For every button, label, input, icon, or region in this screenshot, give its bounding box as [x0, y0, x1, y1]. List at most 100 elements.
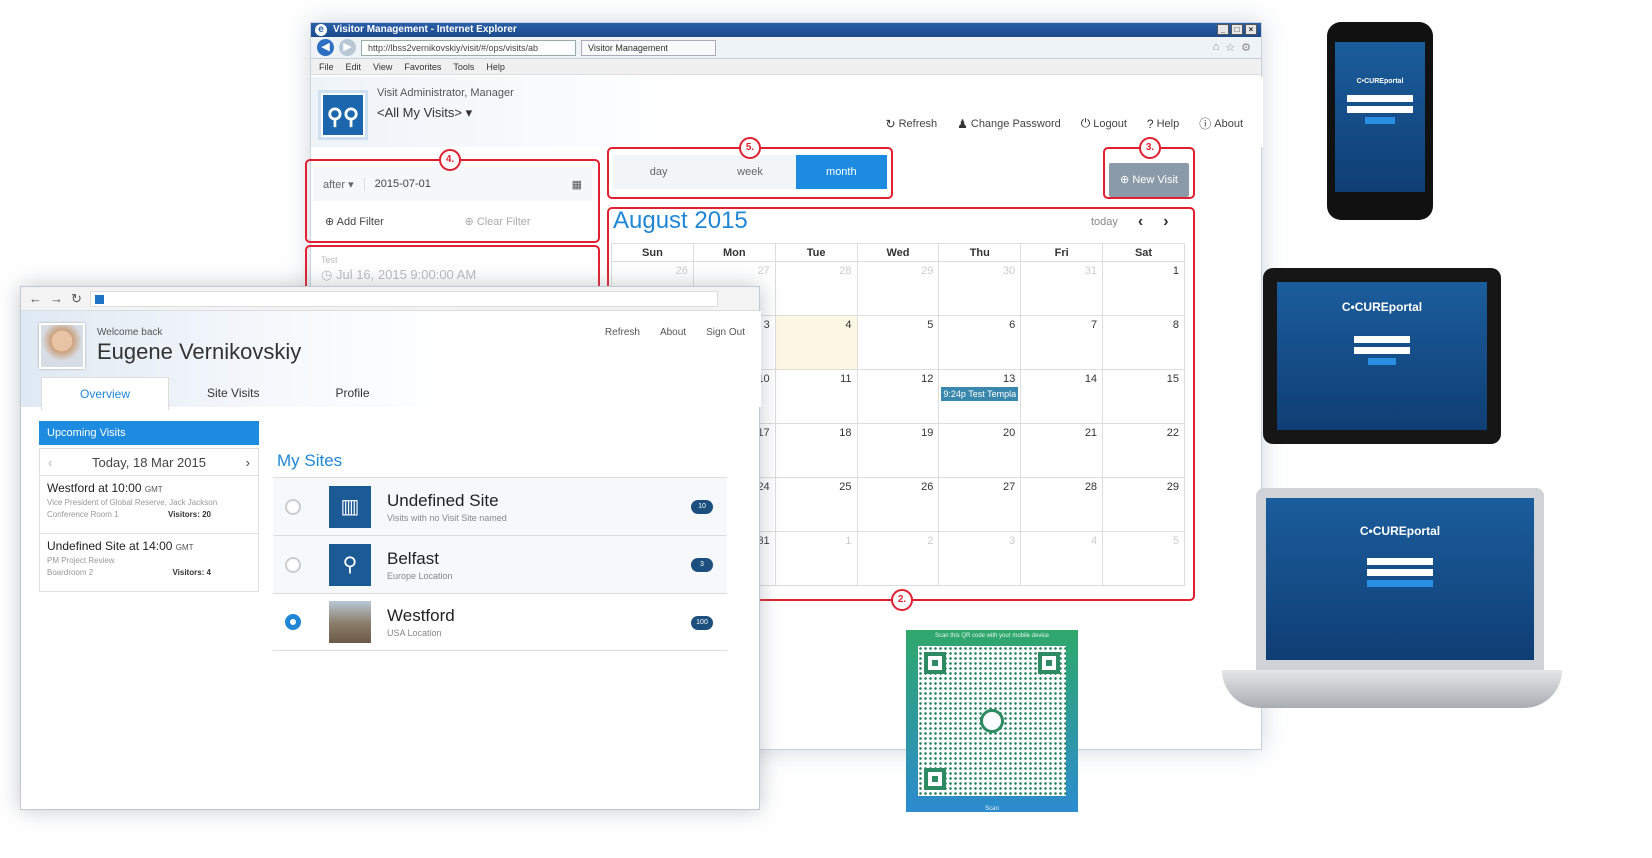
day-number: 8	[1172, 319, 1179, 331]
tab-overview[interactable]: Overview	[41, 377, 170, 410]
browser-tab[interactable]: Visitor Management	[581, 39, 716, 56]
upcoming-date-nav: ‹ Today, 18 Mar 2015 ›	[39, 448, 259, 476]
day-cell[interactable]: 13 9:24p Test Templa	[938, 369, 1022, 424]
view-month-button[interactable]: month	[795, 155, 887, 189]
day-cell[interactable]: 28	[1020, 477, 1104, 532]
calendar-icon[interactable]: ▦	[572, 178, 592, 191]
site-radio[interactable]	[285, 556, 301, 573]
day-cell[interactable]: 6	[938, 315, 1022, 370]
change-password-link[interactable]: ♟ Change Password	[957, 115, 1061, 132]
day-number: 28	[1084, 481, 1098, 493]
day-cell[interactable]: 3	[938, 531, 1022, 586]
add-filter-button[interactable]: ⊕ Add Filter	[313, 215, 453, 228]
day-cell[interactable]: 25	[774, 477, 858, 532]
phone-device: C•CUREportal	[1327, 22, 1433, 220]
day-header: Sun	[611, 243, 694, 262]
day-cell[interactable]: 8	[1102, 315, 1185, 370]
view-day-button[interactable]: day	[613, 155, 704, 189]
site-row[interactable]: ▥ Undefined Site Visits with no Visit Sit…	[273, 477, 727, 535]
next-month-icon[interactable]: ›	[1163, 213, 1168, 231]
visit-item-date[interactable]: ◷ Jul 16, 2015 9:00:00 AM	[321, 267, 584, 283]
logout-link[interactable]: ⏻ Logout	[1081, 115, 1127, 132]
day-cell[interactable]: 19	[856, 423, 940, 478]
tablet-brand: C•CUREportal	[1341, 300, 1423, 314]
home-icon[interactable]: ⌂	[1213, 41, 1220, 54]
day-cell[interactable]: 7	[1020, 315, 1104, 370]
site-row[interactable]: Westford USA Location 100	[273, 593, 727, 651]
menu-tools[interactable]: Tools	[453, 59, 474, 74]
reload-icon[interactable]: ↻	[71, 291, 82, 307]
list-item[interactable]: Undefined Site at 14:00 GMT PM Project R…	[39, 534, 259, 592]
site-radio[interactable]	[285, 498, 301, 515]
site-radio-selected[interactable]	[285, 614, 301, 630]
menu-file[interactable]: File	[319, 59, 334, 74]
day-cell[interactable]: 26	[856, 477, 940, 532]
close-icon[interactable]: ×	[1245, 24, 1257, 35]
view-week-button[interactable]: week	[704, 155, 795, 189]
tablet-screen: C•CUREportal	[1277, 282, 1487, 430]
calendar-event[interactable]: 9:24p Test Templa	[941, 387, 1019, 401]
settings-icon[interactable]: ⚙	[1241, 41, 1251, 54]
day-cell[interactable]: 30	[938, 261, 1022, 316]
prev-day-icon[interactable]: ‹	[48, 455, 52, 470]
day-cell[interactable]: 2	[856, 531, 940, 586]
day-cell[interactable]: 4	[774, 315, 858, 370]
portal-about-link[interactable]: About	[660, 327, 686, 338]
forward-icon[interactable]: ▶	[339, 39, 356, 56]
tab-site-visits[interactable]: Site Visits	[169, 377, 297, 410]
day-number: 14	[1084, 373, 1098, 385]
day-cell[interactable]: 15	[1102, 369, 1185, 424]
day-cell[interactable]: 12	[856, 369, 940, 424]
back-icon[interactable]: ◀	[317, 39, 334, 56]
help-link[interactable]: ? Help	[1147, 115, 1179, 132]
tab-profile[interactable]: Profile	[297, 377, 407, 410]
forward-arrow-icon[interactable]: →	[50, 291, 63, 306]
day-cell[interactable]: 14	[1020, 369, 1104, 424]
menu-help[interactable]: Help	[486, 59, 505, 74]
day-cell[interactable]: 4	[1020, 531, 1104, 586]
site-row[interactable]: ⚲ Belfast Europe Location 3	[273, 535, 727, 593]
day-cell[interactable]: 21	[1020, 423, 1104, 478]
day-cell[interactable]: 27	[938, 477, 1022, 532]
prev-month-icon[interactable]: ‹	[1138, 213, 1143, 231]
filter-date-input[interactable]: 2015-07-01	[365, 178, 572, 190]
sign-out-link[interactable]: Sign Out	[706, 327, 745, 338]
list-item[interactable]: Westford at 10:00 GMT Vice President of …	[39, 476, 259, 534]
menu-favorites[interactable]: Favorites	[404, 59, 441, 74]
next-day-icon[interactable]: ›	[246, 455, 250, 470]
maximize-icon[interactable]: □	[1231, 24, 1243, 35]
menu-view[interactable]: View	[373, 59, 392, 74]
filter-operator-select[interactable]: after ▾	[313, 177, 365, 191]
day-cell[interactable]: 5	[1102, 531, 1185, 586]
day-cell[interactable]: 31	[1020, 261, 1104, 316]
url-field[interactable]: http://lbss2vernikovskiy/visit/#/ops/vis…	[361, 39, 576, 56]
visits-filter-dropdown[interactable]: <All My Visits> ▾	[377, 105, 472, 121]
menu-bar: File Edit View Favorites Tools Help	[311, 59, 1261, 75]
day-cell[interactable]: 29	[856, 261, 940, 316]
day-cell[interactable]: 29	[1102, 477, 1185, 532]
portal-refresh-link[interactable]: Refresh	[605, 327, 640, 338]
portal-url-field[interactable]	[89, 290, 718, 307]
menu-edit[interactable]: Edit	[346, 59, 362, 74]
new-visit-button[interactable]: ⊕ New Visit	[1109, 163, 1189, 197]
day-cell[interactable]: 28	[774, 261, 858, 316]
day-cell[interactable]: 5	[856, 315, 940, 370]
calendar-title: August 2015	[613, 207, 748, 234]
day-cell[interactable]: 1	[1102, 261, 1185, 316]
today-button[interactable]: today	[1091, 216, 1118, 228]
day-cell[interactable]: 18	[774, 423, 858, 478]
clear-filter-button[interactable]: ⊕ Clear Filter	[453, 215, 593, 228]
refresh-link[interactable]: ↻ Refresh	[886, 115, 938, 132]
tablet-device: C•CUREportal	[1263, 268, 1501, 444]
map-pin-icon: ⚲	[329, 543, 371, 586]
laptop-base	[1222, 670, 1562, 708]
day-cell[interactable]: 22	[1102, 423, 1185, 478]
day-cell[interactable]: 11	[774, 369, 858, 424]
day-cell[interactable]: 1	[774, 531, 858, 586]
back-arrow-icon[interactable]: ←	[29, 291, 42, 306]
about-link[interactable]: ⓘ About	[1199, 115, 1243, 132]
star-icon[interactable]: ☆	[1225, 41, 1235, 54]
day-cell[interactable]: 20	[938, 423, 1022, 478]
day-number: 19	[921, 427, 934, 439]
minimize-icon[interactable]: _	[1217, 24, 1229, 35]
